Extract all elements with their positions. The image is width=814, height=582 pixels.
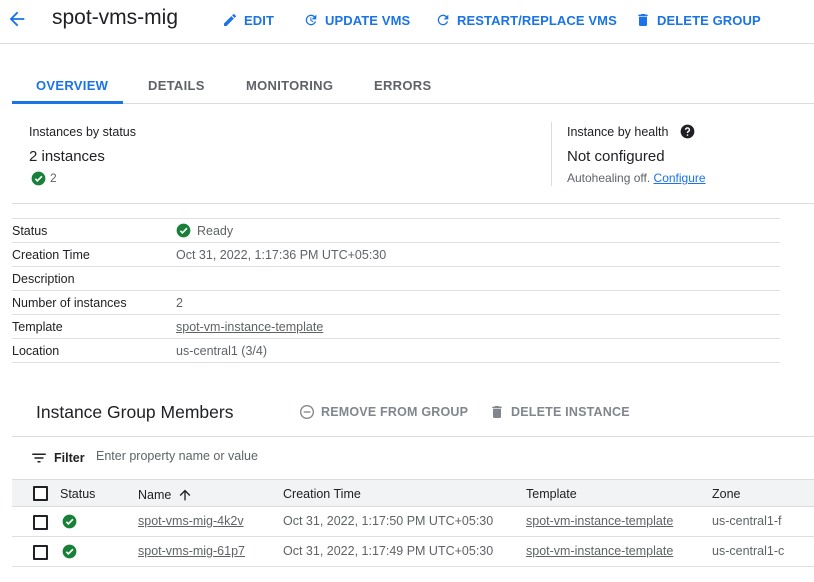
page-title: spot-vms-mig xyxy=(52,6,179,29)
filter-list-icon xyxy=(32,453,46,463)
property-row-description: Description xyxy=(12,267,780,291)
property-value: 2 xyxy=(176,296,183,310)
restart-replace-button[interactable]: RESTART/REPLACE VMS xyxy=(435,11,617,29)
instance-by-health-label: Instance by health xyxy=(567,125,669,139)
page-header: spot-vms-mig EDIT UPDATE VMS RESTART/REP… xyxy=(0,0,814,44)
instances-by-status-label: Instances by status xyxy=(29,125,137,139)
ok-count: 2 xyxy=(50,171,57,185)
instance-creation-time: Oct 31, 2022, 1:17:49 PM UTC+05:30 xyxy=(283,544,494,558)
autohealing-text: Autohealing off. xyxy=(567,171,651,185)
property-value: us-central1 (3/4) xyxy=(176,344,268,358)
check-circle-icon xyxy=(176,223,191,238)
update-icon xyxy=(305,14,317,26)
column-status: Status xyxy=(60,487,96,501)
tabs-divider xyxy=(12,103,814,104)
sort-ascending-icon xyxy=(180,489,191,501)
delete-instance-label: DELETE INSTANCE xyxy=(511,405,630,419)
property-row-template: Template spot-vm-instance-template xyxy=(12,315,780,339)
property-key: Template xyxy=(12,320,63,334)
tab-errors[interactable]: ERRORS xyxy=(374,78,431,93)
property-key: Status xyxy=(12,224,48,238)
property-key: Description xyxy=(12,272,75,286)
select-all-checkbox[interactable] xyxy=(33,486,48,501)
edit-button[interactable]: EDIT xyxy=(222,11,274,29)
delete-group-label: DELETE GROUP xyxy=(657,12,761,28)
edit-label: EDIT xyxy=(244,12,275,28)
update-vms-label: UPDATE VMS xyxy=(325,12,411,28)
filter-button[interactable]: Filter xyxy=(30,449,85,467)
property-key: Creation Time xyxy=(12,248,90,262)
health-value: Not configured xyxy=(567,148,665,165)
property-row-creation-time: Creation Time Oct 31, 2022, 1:17:36 PM U… xyxy=(12,243,780,267)
template-link[interactable]: spot-vm-instance-template xyxy=(176,320,323,334)
status-text: Ready xyxy=(197,223,234,238)
instance-zone: us-central1-c xyxy=(712,544,785,558)
tab-details[interactable]: DETAILS xyxy=(148,78,205,93)
filter-input[interactable] xyxy=(96,449,396,463)
members-divider xyxy=(12,436,814,437)
filter-label: Filter xyxy=(54,451,85,465)
pencil-icon xyxy=(224,13,237,26)
tab-overview[interactable]: OVERVIEW xyxy=(36,78,108,93)
instance-zone: us-central1-f xyxy=(712,514,782,528)
remove-circle-icon xyxy=(300,405,314,419)
column-zone: Zone xyxy=(712,487,741,501)
members-title: Instance Group Members xyxy=(36,402,234,422)
property-row-location: Location us-central1 (3/4) xyxy=(12,339,780,363)
card-divider xyxy=(551,122,552,186)
instance-template-link[interactable]: spot-vm-instance-template xyxy=(526,544,673,558)
row-checkbox[interactable] xyxy=(33,515,48,530)
back-arrow-icon[interactable] xyxy=(6,8,28,30)
autohealing-status: Autohealing off. Configure xyxy=(567,171,706,185)
table-header: Status Name Creation Time Template Zone xyxy=(12,479,814,507)
table-row: spot-vms-mig-61p7 Oct 31, 2022, 1:17:49 … xyxy=(12,537,814,567)
check-circle-icon xyxy=(62,514,77,529)
property-key: Number of instances xyxy=(12,296,127,310)
restart-replace-label: RESTART/REPLACE VMS xyxy=(457,12,617,28)
trash-icon xyxy=(638,14,648,26)
property-row-status: Status Ready xyxy=(12,219,780,243)
table-row: spot-vms-mig-4k2v Oct 31, 2022, 1:17:50 … xyxy=(12,507,814,537)
configure-link[interactable]: Configure xyxy=(654,171,706,185)
check-circle-icon xyxy=(31,171,46,186)
column-name[interactable]: Name xyxy=(138,487,193,503)
update-vms-button[interactable]: UPDATE VMS xyxy=(303,11,410,29)
column-creation-time: Creation Time xyxy=(283,487,361,501)
row-checkbox[interactable] xyxy=(33,545,48,560)
instance-name-link[interactable]: spot-vms-mig-4k2v xyxy=(138,514,244,528)
instance-creation-time: Oct 31, 2022, 1:17:50 PM UTC+05:30 xyxy=(283,514,494,528)
column-template: Template xyxy=(526,487,577,501)
active-tab-indicator xyxy=(12,101,123,104)
instance-template-link[interactable]: spot-vm-instance-template xyxy=(526,514,673,528)
remove-from-group-label: REMOVE FROM GROUP xyxy=(321,405,469,419)
column-name-label: Name xyxy=(138,488,172,502)
remove-from-group-button[interactable]: REMOVE FROM GROUP xyxy=(299,404,468,420)
instances-count: 2 instances xyxy=(29,148,105,165)
property-row-number-of-instances: Number of instances 2 xyxy=(12,291,780,315)
property-key: Location xyxy=(12,344,60,358)
check-circle-icon xyxy=(62,544,77,559)
property-value-status: Ready xyxy=(176,223,233,238)
refresh-icon xyxy=(437,14,449,26)
instance-name-link[interactable]: spot-vms-mig-61p7 xyxy=(138,544,245,558)
delete-instance-button[interactable]: DELETE INSTANCE xyxy=(489,404,630,420)
property-value: Oct 31, 2022, 1:17:36 PM UTC+05:30 xyxy=(176,248,387,262)
help-icon[interactable] xyxy=(680,124,695,139)
trash-icon xyxy=(492,406,502,418)
delete-group-button[interactable]: DELETE GROUP xyxy=(635,11,761,29)
tab-monitoring[interactable]: MONITORING xyxy=(246,78,333,93)
